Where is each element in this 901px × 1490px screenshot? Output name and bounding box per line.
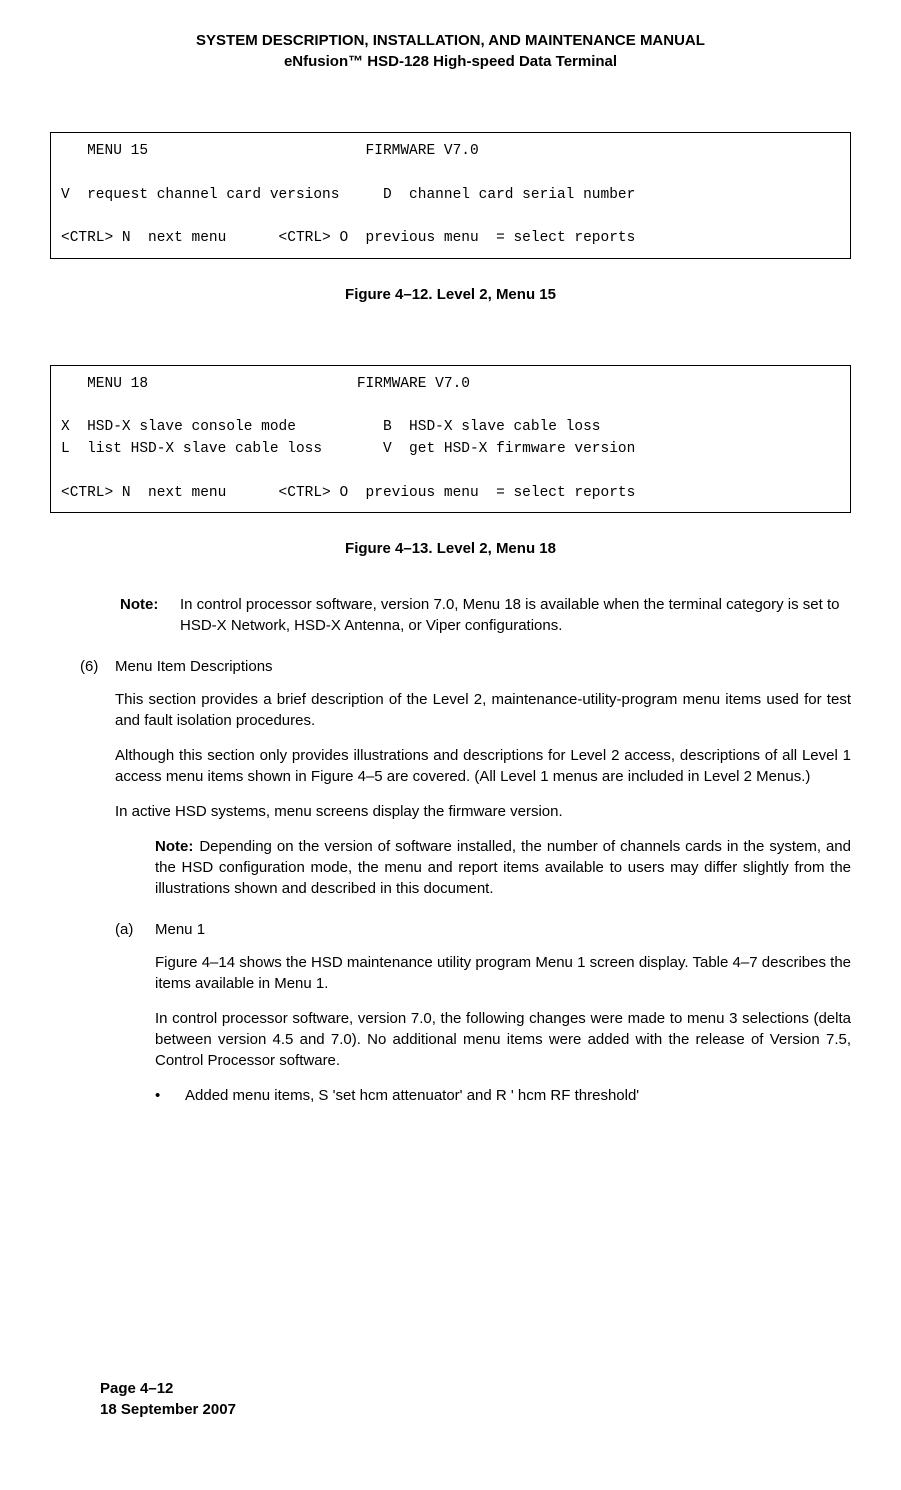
sub-number: (a) <box>115 919 155 940</box>
header-title-1: SYSTEM DESCRIPTION, INSTALLATION, AND MA… <box>50 30 851 51</box>
bullet-text: Added menu items, S 'set hcm attenuator'… <box>185 1085 639 1106</box>
menu-18-box: MENU 18 FIRMWARE V7.0 X HSD-X slave cons… <box>50 365 851 514</box>
section-6: (6) Menu Item Descriptions <box>80 656 851 677</box>
note-label: Note: <box>120 594 180 636</box>
sub-title: Menu 1 <box>155 919 851 940</box>
bullet-icon: • <box>155 1085 185 1106</box>
note-block-2: Note:Depending on the version of softwar… <box>155 836 851 899</box>
note-block-1: Note: In control processor software, ver… <box>120 594 851 636</box>
section-title: Menu Item Descriptions <box>115 656 851 677</box>
section-number: (6) <box>80 656 115 677</box>
sub-a-p1: Figure 4–14 shows the HSD maintenance ut… <box>155 952 851 994</box>
figure-4-12-caption: Figure 4–12. Level 2, Menu 15 <box>50 284 851 305</box>
header-title-2: eNfusion™ HSD-128 High-speed Data Termin… <box>50 51 851 72</box>
menu-15-box: MENU 15 FIRMWARE V7.0 V request channel … <box>50 132 851 259</box>
bullet-1: • Added menu items, S 'set hcm attenuato… <box>155 1085 851 1106</box>
note-text: In control processor software, version 7… <box>180 594 851 636</box>
footer-page: Page 4–12 <box>100 1378 236 1399</box>
section-6-p3: In active HSD systems, menu screens disp… <box>115 801 851 822</box>
page-footer: Page 4–12 18 September 2007 <box>100 1378 236 1420</box>
sub-a-p2: In control processor software, version 7… <box>155 1008 851 1071</box>
section-6-p1: This section provides a brief descriptio… <box>115 689 851 731</box>
note-label-2: Note: <box>155 838 193 855</box>
section-6-p2: Although this section only provides illu… <box>115 745 851 787</box>
sub-item-a: (a) Menu 1 <box>115 919 851 940</box>
figure-4-13-caption: Figure 4–13. Level 2, Menu 18 <box>50 538 851 559</box>
page-header: SYSTEM DESCRIPTION, INSTALLATION, AND MA… <box>50 30 851 72</box>
footer-date: 18 September 2007 <box>100 1399 236 1420</box>
note-text-2: Depending on the version of software ins… <box>155 838 851 897</box>
